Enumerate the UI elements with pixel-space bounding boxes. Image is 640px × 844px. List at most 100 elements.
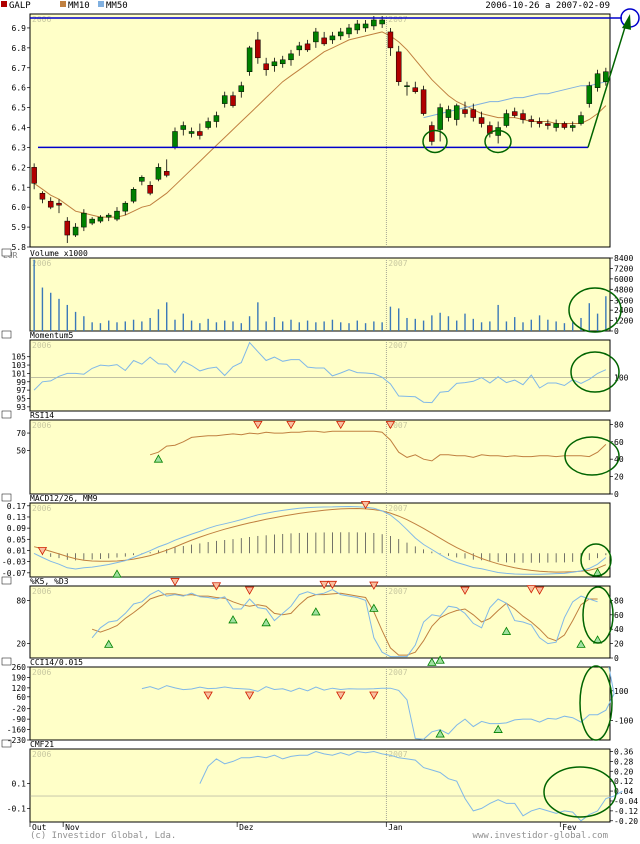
candle-down [163,171,170,176]
copyright-label: (c) Investidor Global, Lda. [30,831,176,840]
macd-title: MACD12/26, MM9 [30,494,98,503]
momentum-year-mark: 2007 [388,341,407,350]
macd-year-mark: 2007 [388,504,407,513]
stoch-left-tick-label: 80 [16,596,26,605]
price-ytick-label: 6.0 [12,203,27,212]
cci-title-box [1,657,12,666]
price-ytick-label: 6.6 [12,84,27,93]
stock-chart: GALP MM10 MM50 2006-10-26 a 2007-02-09 E… [0,0,640,841]
candle-down [387,31,394,49]
date-range-label: 2006-10-26 a 2007-02-09 [485,1,610,11]
candle-down [197,131,203,136]
rsi-left-tick-label: 50 [16,446,26,455]
price-ytick-label: 6.3 [12,143,27,152]
macd-ytick-label: 0.09 [7,524,26,533]
candle-down [263,63,269,71]
candle-up [437,107,443,130]
month-label: Fev [562,823,577,832]
macd-ytick-label: 0.01 [7,546,26,555]
candle-up [97,216,104,222]
rsi-year-mark: 2006 [32,421,51,430]
candle-up [155,167,162,180]
candle-down [304,43,311,51]
cmf-ytick-label: 0.28 [614,757,633,766]
volume-ytick-label: 7200 [614,264,633,273]
candle-up [213,115,220,122]
cci-year-mark: 2006 [32,668,51,677]
volume-ytick-label: 2400 [614,306,633,315]
stochastic-title-box [1,576,12,585]
cci-ytick-label: 190 [12,673,27,682]
price-ytick-label: 5.8 [12,243,27,252]
stochastic-ytick-label: 40 [614,625,624,634]
candle-down [147,185,153,194]
macd-title-box [1,493,12,502]
cmf-left-tick-label: -0.1 [7,804,26,813]
candle-up [503,113,510,126]
candle-up [404,85,410,87]
candle-down [255,39,261,59]
volume-ytick-label: 4800 [614,285,633,294]
volume-title-box [1,248,12,257]
candle-up [586,85,593,104]
stoch-buy-marker [427,657,437,666]
cmf-ytick-label: -0.04 [614,797,638,806]
candle-down [478,117,485,124]
candle-up [569,125,576,128]
candle-down [412,87,419,92]
ticker-label: GALP [9,1,31,11]
candle-up [329,35,336,41]
momentum-year-mark: 2006 [32,341,51,350]
cci-right-tick-label: 100 [614,687,629,696]
cci-right-tick-label: -100 [614,717,633,726]
candle-up [453,105,460,120]
candle-up [180,125,187,130]
month-label: Nov [65,823,80,832]
momentum-panel-bg [29,339,611,412]
macd-panel-bg [29,502,611,578]
cmf-left-tick-label: 0.1 [12,780,27,789]
momentum-title-box [1,330,12,339]
momentum-ytick-label: 93 [16,403,26,412]
cmf-ytick-label: -0.20 [614,817,638,826]
cci-ytick-label: -230 [7,736,26,745]
price-ytick-label: 6.7 [12,64,27,73]
candle-up [337,31,344,37]
macd-ytick-label: -0.07 [2,569,26,578]
candle-up [172,131,178,148]
price-ytick-label: 6.5 [12,104,27,113]
candle-down [395,51,402,82]
cmf-ytick-label: -0.12 [614,807,638,816]
stochastic-year-mark: 2006 [32,587,51,596]
candle-up [354,23,361,31]
volume-year-mark: 2006 [32,259,51,268]
rsi-title: RSI14 [30,411,54,420]
stoch-sell-marker [170,578,180,587]
rsi-left-tick-label: 70 [16,429,26,438]
cmf-title: CMF21 [30,740,54,749]
candle-down [520,113,526,120]
rsi-ytick-label: 20 [614,473,624,482]
candle-down [56,202,62,206]
cmf-ytick-label: 0.36 [614,747,633,756]
cmf-ytick-label: 0.12 [614,777,633,786]
candle-down [64,220,71,236]
candle-down [420,89,427,114]
candle-up [122,202,129,212]
cci-year-mark: 2007 [388,668,407,677]
candle-down [321,37,327,45]
stochastic-title: %K5, %D3 [30,577,69,586]
candle-up [346,27,352,35]
chart-canvas: GALP MM10 MM50 2006-10-26 a 2007-02-09 E… [1,1,640,841]
candle-up [603,71,609,82]
rsi-ytick-label: 0 [614,490,619,499]
month-label: Out [32,823,47,832]
volume-panel-bg [29,257,611,332]
candle-up [379,19,385,25]
month-label: Dez [239,823,254,832]
candle-up [313,31,319,43]
price-year-mark: 2007 [388,15,407,24]
candle-up [371,19,377,27]
candle-up [81,212,87,228]
macd-year-mark: 2006 [32,504,51,513]
